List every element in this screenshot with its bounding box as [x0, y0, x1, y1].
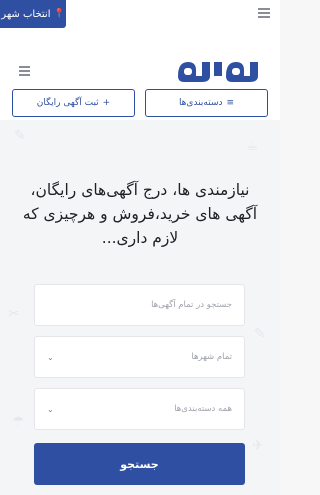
- site-header: + ثبت آگهی رایگان ≡ دسته‌بندی‌ها: [0, 28, 280, 120]
- doodle-pattern-icon: ✎: [14, 128, 26, 144]
- category-select[interactable]: همه دسته‌بندی‌ها ⌄: [34, 388, 245, 430]
- hamburger-icon[interactable]: [258, 8, 270, 20]
- doodle-pattern-icon: ✈: [252, 438, 264, 454]
- hero-line: نیازمندی ها، درج آگهی‌های رایگان،: [30, 181, 250, 199]
- category-select-value: همه دسته‌بندی‌ها: [174, 404, 232, 414]
- city-select-value: تمام شهرها: [191, 352, 232, 362]
- post-free-ad-label: ثبت آگهی رایگان: [36, 98, 99, 108]
- hamburger-icon[interactable]: [19, 66, 30, 77]
- search-button-label: جستجو: [120, 457, 159, 471]
- chevron-down-icon: ⌄: [47, 404, 54, 414]
- doodle-pattern-icon: ✎: [254, 326, 266, 342]
- site-logo[interactable]: [172, 50, 268, 90]
- categories-label: دسته‌بندی‌ها: [178, 98, 223, 108]
- hero-line: لازم داری...: [101, 229, 179, 247]
- plus-icon: +: [102, 98, 111, 108]
- hero-heading: نیازمندی ها، درج آگهی‌های رایگان، آگهی ه…: [10, 178, 270, 250]
- top-bar: 📍 انتخاب شهر: [0, 0, 280, 29]
- search-button[interactable]: جستجو: [34, 443, 245, 485]
- categories-button[interactable]: ≡ دسته‌بندی‌ها: [145, 89, 268, 117]
- doodle-pattern-icon: ☕: [246, 138, 259, 154]
- search-placeholder: جستجو در تمام آگهی‌ها: [151, 300, 232, 310]
- select-city-label: انتخاب شهر: [1, 8, 51, 20]
- list-icon: ≡: [226, 98, 235, 108]
- doodle-pattern-icon: ☂: [12, 414, 25, 430]
- chevron-down-icon: ⌄: [47, 352, 54, 362]
- location-pin-icon: 📍: [53, 9, 65, 19]
- post-free-ad-button[interactable]: + ثبت آگهی رایگان: [12, 89, 135, 117]
- hero-line: آگهی های خرید،فروش و هرچیزی که: [22, 205, 258, 223]
- city-select[interactable]: تمام شهرها ⌄: [34, 336, 245, 378]
- doodle-pattern-icon: ✂: [8, 306, 20, 322]
- search-input[interactable]: جستجو در تمام آگهی‌ها: [34, 284, 245, 326]
- select-city-button[interactable]: 📍 انتخاب شهر: [0, 0, 66, 28]
